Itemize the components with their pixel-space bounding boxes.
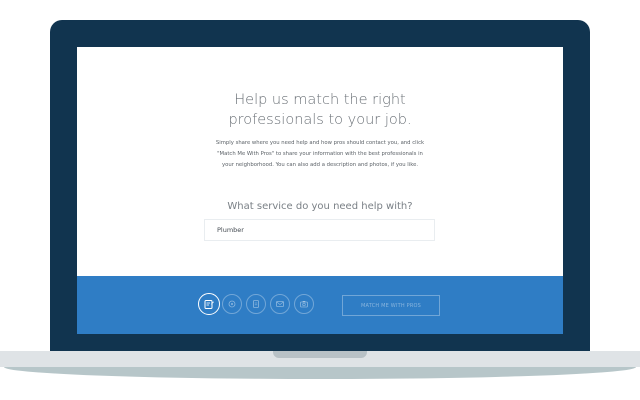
intro-line-3: your neighborhood. You can also add a de… [221,162,419,169]
laptop-notch [273,351,367,358]
page-title-line-2: professionals to your job. [228,112,412,128]
page-title: Help us match the right professionals to… [77,90,563,130]
step-contact-button[interactable] [270,294,290,314]
service-question-label: What service do you need help with? [227,201,413,212]
clipboard-icon [253,300,259,308]
intro-line-2: "Match Me With Pros" to share your infor… [217,151,423,158]
laptop-base-shadow [4,367,636,379]
match-me-with-pros-button[interactable]: Match Me With Pros [342,295,440,316]
step-location-button[interactable] [222,294,242,314]
laptop-screen: Help us match the right professionals to… [77,47,563,334]
page-title-line-1: Help us match the right [234,92,406,108]
laptop-mockup: Help us match the right professionals to… [0,0,640,400]
footer-bar: Match Me With Pros [77,276,563,334]
location-pin-icon [228,300,236,308]
envelope-icon [276,301,284,307]
step-requirements-button[interactable] [246,294,266,314]
edit-note-icon [204,300,214,309]
intro-text: Simply share where you need help and how… [205,138,435,172]
camera-icon [300,301,308,308]
service-input[interactable] [204,219,435,241]
intro-line-1: Simply share where you need help and how… [215,140,425,146]
step-details-button[interactable] [198,293,220,315]
step-photos-button[interactable] [294,294,314,314]
